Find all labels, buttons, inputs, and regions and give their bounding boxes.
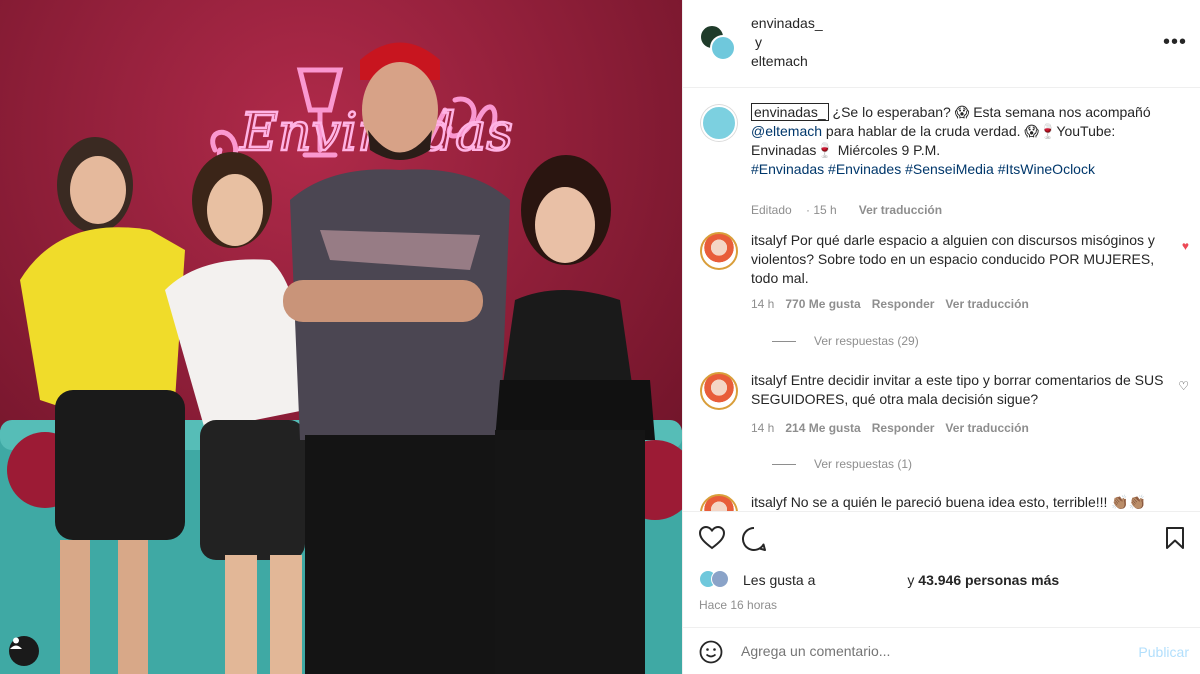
- post-side-panel: envinadas_ y eltemach ••• envinadas_ ¿Se…: [682, 0, 1200, 674]
- reply-link[interactable]: Responder: [872, 421, 935, 435]
- comment-username[interactable]: itsalyf: [751, 494, 787, 510]
- likes-summary[interactable]: Les gusta ay 43.946 personas más: [699, 568, 1189, 592]
- collab-usernames: envinadas_ y eltemach: [751, 14, 823, 71]
- avatar[interactable]: [699, 103, 739, 143]
- comment-text: itsalyf Entre decidir invitar a este tip…: [751, 372, 1164, 407]
- avatar[interactable]: [699, 371, 739, 411]
- more-options-icon[interactable]: •••: [1163, 32, 1187, 52]
- comment-like-heart-icon[interactable]: ♡: [1178, 379, 1189, 393]
- mention-link[interactable]: @eltemach: [751, 123, 822, 139]
- action-bar: [683, 511, 1200, 563]
- avatar[interactable]: [710, 35, 736, 61]
- caption-meta: Editado · 15 h Ver traducción: [751, 203, 953, 217]
- tagged-users-icon[interactable]: [9, 636, 39, 666]
- username-link[interactable]: envinadas_: [751, 14, 823, 33]
- caption-body: ¿Se lo esperaban? 😱 Esta semana nos acom…: [828, 104, 1151, 120]
- bookmark-icon[interactable]: [1165, 526, 1185, 553]
- translate-link[interactable]: Ver traducción: [859, 203, 942, 217]
- collab-avatars[interactable]: [699, 24, 739, 64]
- avatar[interactable]: [699, 493, 739, 511]
- likes-text: Les gusta ay 43.946 personas más: [743, 572, 1060, 588]
- translate-link[interactable]: Ver traducción: [945, 421, 1028, 435]
- comment-text: itsalyf No se a quién le pareció buena i…: [751, 494, 1147, 510]
- username-link[interactable]: eltemach: [751, 52, 823, 71]
- like-heart-icon[interactable]: [698, 525, 726, 553]
- photo-illustration: Envinadas: [0, 0, 682, 674]
- caption-username[interactable]: envinadas_: [751, 103, 829, 121]
- post-timestamp: Hace 16 horas: [699, 598, 778, 612]
- translate-link[interactable]: Ver traducción: [945, 297, 1028, 311]
- hashtags[interactable]: #Envinadas #Envinades #SenseiMedia #ItsW…: [751, 161, 1095, 177]
- add-comment-bar: Publicar: [683, 627, 1200, 674]
- comment-input[interactable]: [741, 643, 1121, 659]
- comment-meta: 14 h 214 Me gusta Responder Ver traducción: [751, 421, 1029, 435]
- post-photo[interactable]: Envinadas: [0, 0, 682, 674]
- post-header: envinadas_ y eltemach •••: [683, 0, 1200, 88]
- connector-text: y: [755, 34, 762, 50]
- comment-text: itsalyf Por qué darle espacio a alguien …: [751, 232, 1155, 286]
- avatar: [711, 570, 729, 588]
- view-replies-button[interactable]: Ver respuestas (1): [772, 457, 912, 471]
- emoji-icon[interactable]: [699, 640, 723, 667]
- comments-list[interactable]: envinadas_ ¿Se lo esperaban? 😱 Esta sema…: [683, 89, 1200, 511]
- edited-label: Editado · 15 h: [751, 203, 837, 217]
- view-replies-button[interactable]: Ver respuestas (29): [772, 334, 919, 348]
- comment-username[interactable]: itsalyf: [751, 372, 787, 388]
- comment-username[interactable]: itsalyf: [751, 232, 787, 248]
- comment-like-heart-icon[interactable]: ♥: [1182, 239, 1189, 253]
- reply-link[interactable]: Responder: [872, 297, 935, 311]
- comment-meta: 14 h 770 Me gusta Responder Ver traducción: [751, 297, 1029, 311]
- publish-button[interactable]: Publicar: [1138, 644, 1189, 660]
- comment-icon[interactable]: [741, 526, 767, 555]
- caption-text: envinadas_ ¿Se lo esperaban? 😱 Esta sema…: [751, 103, 1171, 179]
- avatar[interactable]: [699, 231, 739, 271]
